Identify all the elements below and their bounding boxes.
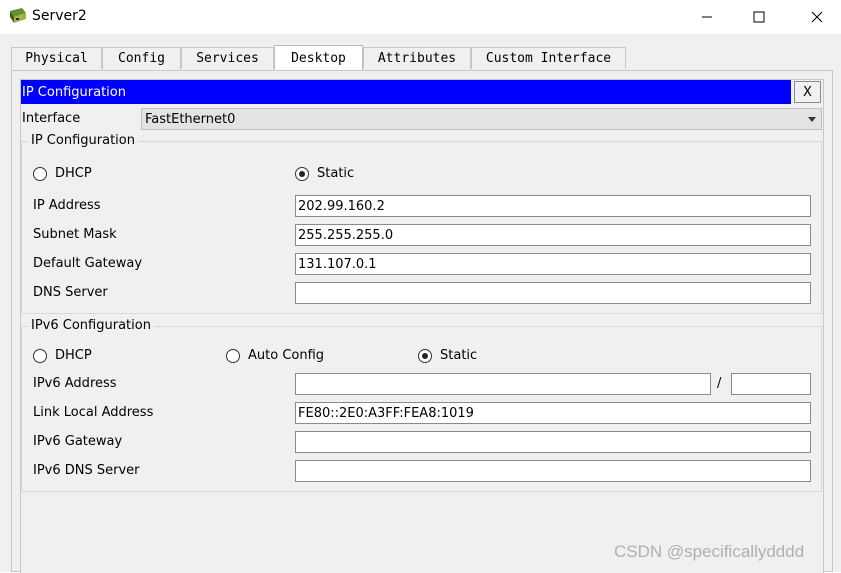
ipv6-static-radio[interactable]: Static xyxy=(418,348,477,363)
ipv4-group-title: IP Configuration xyxy=(28,133,138,148)
prefix-separator: / xyxy=(717,376,722,391)
ipv6-dns-server-input[interactable] xyxy=(295,460,811,482)
ip-address-input[interactable]: 202.99.160.2 xyxy=(295,195,811,217)
ipv6-gateway-label: IPv6 Gateway xyxy=(33,434,123,449)
ipv6-group-title: IPv6 Configuration xyxy=(28,318,154,333)
tab-physical[interactable]: Physical xyxy=(11,47,102,69)
link-local-address-label: Link Local Address xyxy=(33,405,154,420)
ipv6-prefix-input[interactable] xyxy=(731,373,811,395)
default-gateway-label: Default Gateway xyxy=(33,256,143,271)
window-title: Server2 xyxy=(32,8,87,24)
radio-checked-icon xyxy=(295,166,309,181)
ip-config-title: IP Configuration xyxy=(22,84,126,100)
ipv4-dhcp-radio[interactable]: DHCP xyxy=(33,166,92,181)
ipv6-dhcp-label: DHCP xyxy=(55,348,92,363)
radio-unchecked-icon xyxy=(33,348,47,363)
window-client-area: Physical Config Services Desktop Attribu… xyxy=(0,34,841,573)
interface-label: Interface xyxy=(22,111,81,126)
ip-config-title-bar: IP Configuration xyxy=(21,80,791,104)
tab-desktop[interactable]: Desktop xyxy=(274,45,363,70)
tab-services[interactable]: Services xyxy=(181,47,274,69)
link-local-address-input[interactable]: FE80::2E0:A3FF:FEA8:1019 xyxy=(295,402,811,424)
maximize-icon[interactable] xyxy=(736,4,782,30)
ipv6-auto-config-label: Auto Config xyxy=(248,348,325,363)
close-icon[interactable] xyxy=(794,4,840,30)
ip-config-close-button[interactable]: X xyxy=(794,81,821,103)
dropdown-arrow-icon xyxy=(808,117,816,122)
ipv6-dhcp-radio[interactable]: DHCP xyxy=(33,348,92,363)
tab-config[interactable]: Config xyxy=(102,47,181,69)
ipv6-address-label: IPv6 Address xyxy=(33,376,117,391)
ip-address-label: IP Address xyxy=(33,198,101,213)
dns-server-label: DNS Server xyxy=(33,285,108,300)
subnet-mask-input[interactable]: 255.255.255.0 xyxy=(295,224,811,246)
interface-select[interactable]: FastEthernet0 xyxy=(141,108,822,130)
ipv4-dhcp-label: DHCP xyxy=(55,166,92,181)
minimize-icon[interactable] xyxy=(684,4,730,30)
ipv6-auto-config-radio[interactable]: Auto Config xyxy=(226,348,324,363)
subnet-mask-label: Subnet Mask xyxy=(33,227,117,242)
interface-select-value: FastEthernet0 xyxy=(145,111,236,127)
ipv6-dns-server-label: IPv6 DNS Server xyxy=(33,463,140,478)
ipv6-static-label: Static xyxy=(440,348,478,363)
tab-custom-interface[interactable]: Custom Interface xyxy=(471,47,626,69)
tab-attributes[interactable]: Attributes xyxy=(363,47,471,69)
radio-unchecked-icon xyxy=(226,348,240,363)
radio-checked-icon xyxy=(418,348,432,363)
ipv6-address-input[interactable] xyxy=(295,373,711,395)
server-app-icon xyxy=(8,7,28,25)
dns-server-input[interactable] xyxy=(295,282,811,304)
ipv4-static-radio[interactable]: Static xyxy=(295,166,354,181)
radio-unchecked-icon xyxy=(33,166,47,181)
ipv6-gateway-input[interactable] xyxy=(295,431,811,453)
default-gateway-input[interactable]: 131.107.0.1 xyxy=(295,253,811,275)
ipv4-static-label: Static xyxy=(317,166,355,181)
title-bar: Server2 xyxy=(0,0,841,34)
watermark-text: CSDN @specificallydddd xyxy=(614,542,805,561)
